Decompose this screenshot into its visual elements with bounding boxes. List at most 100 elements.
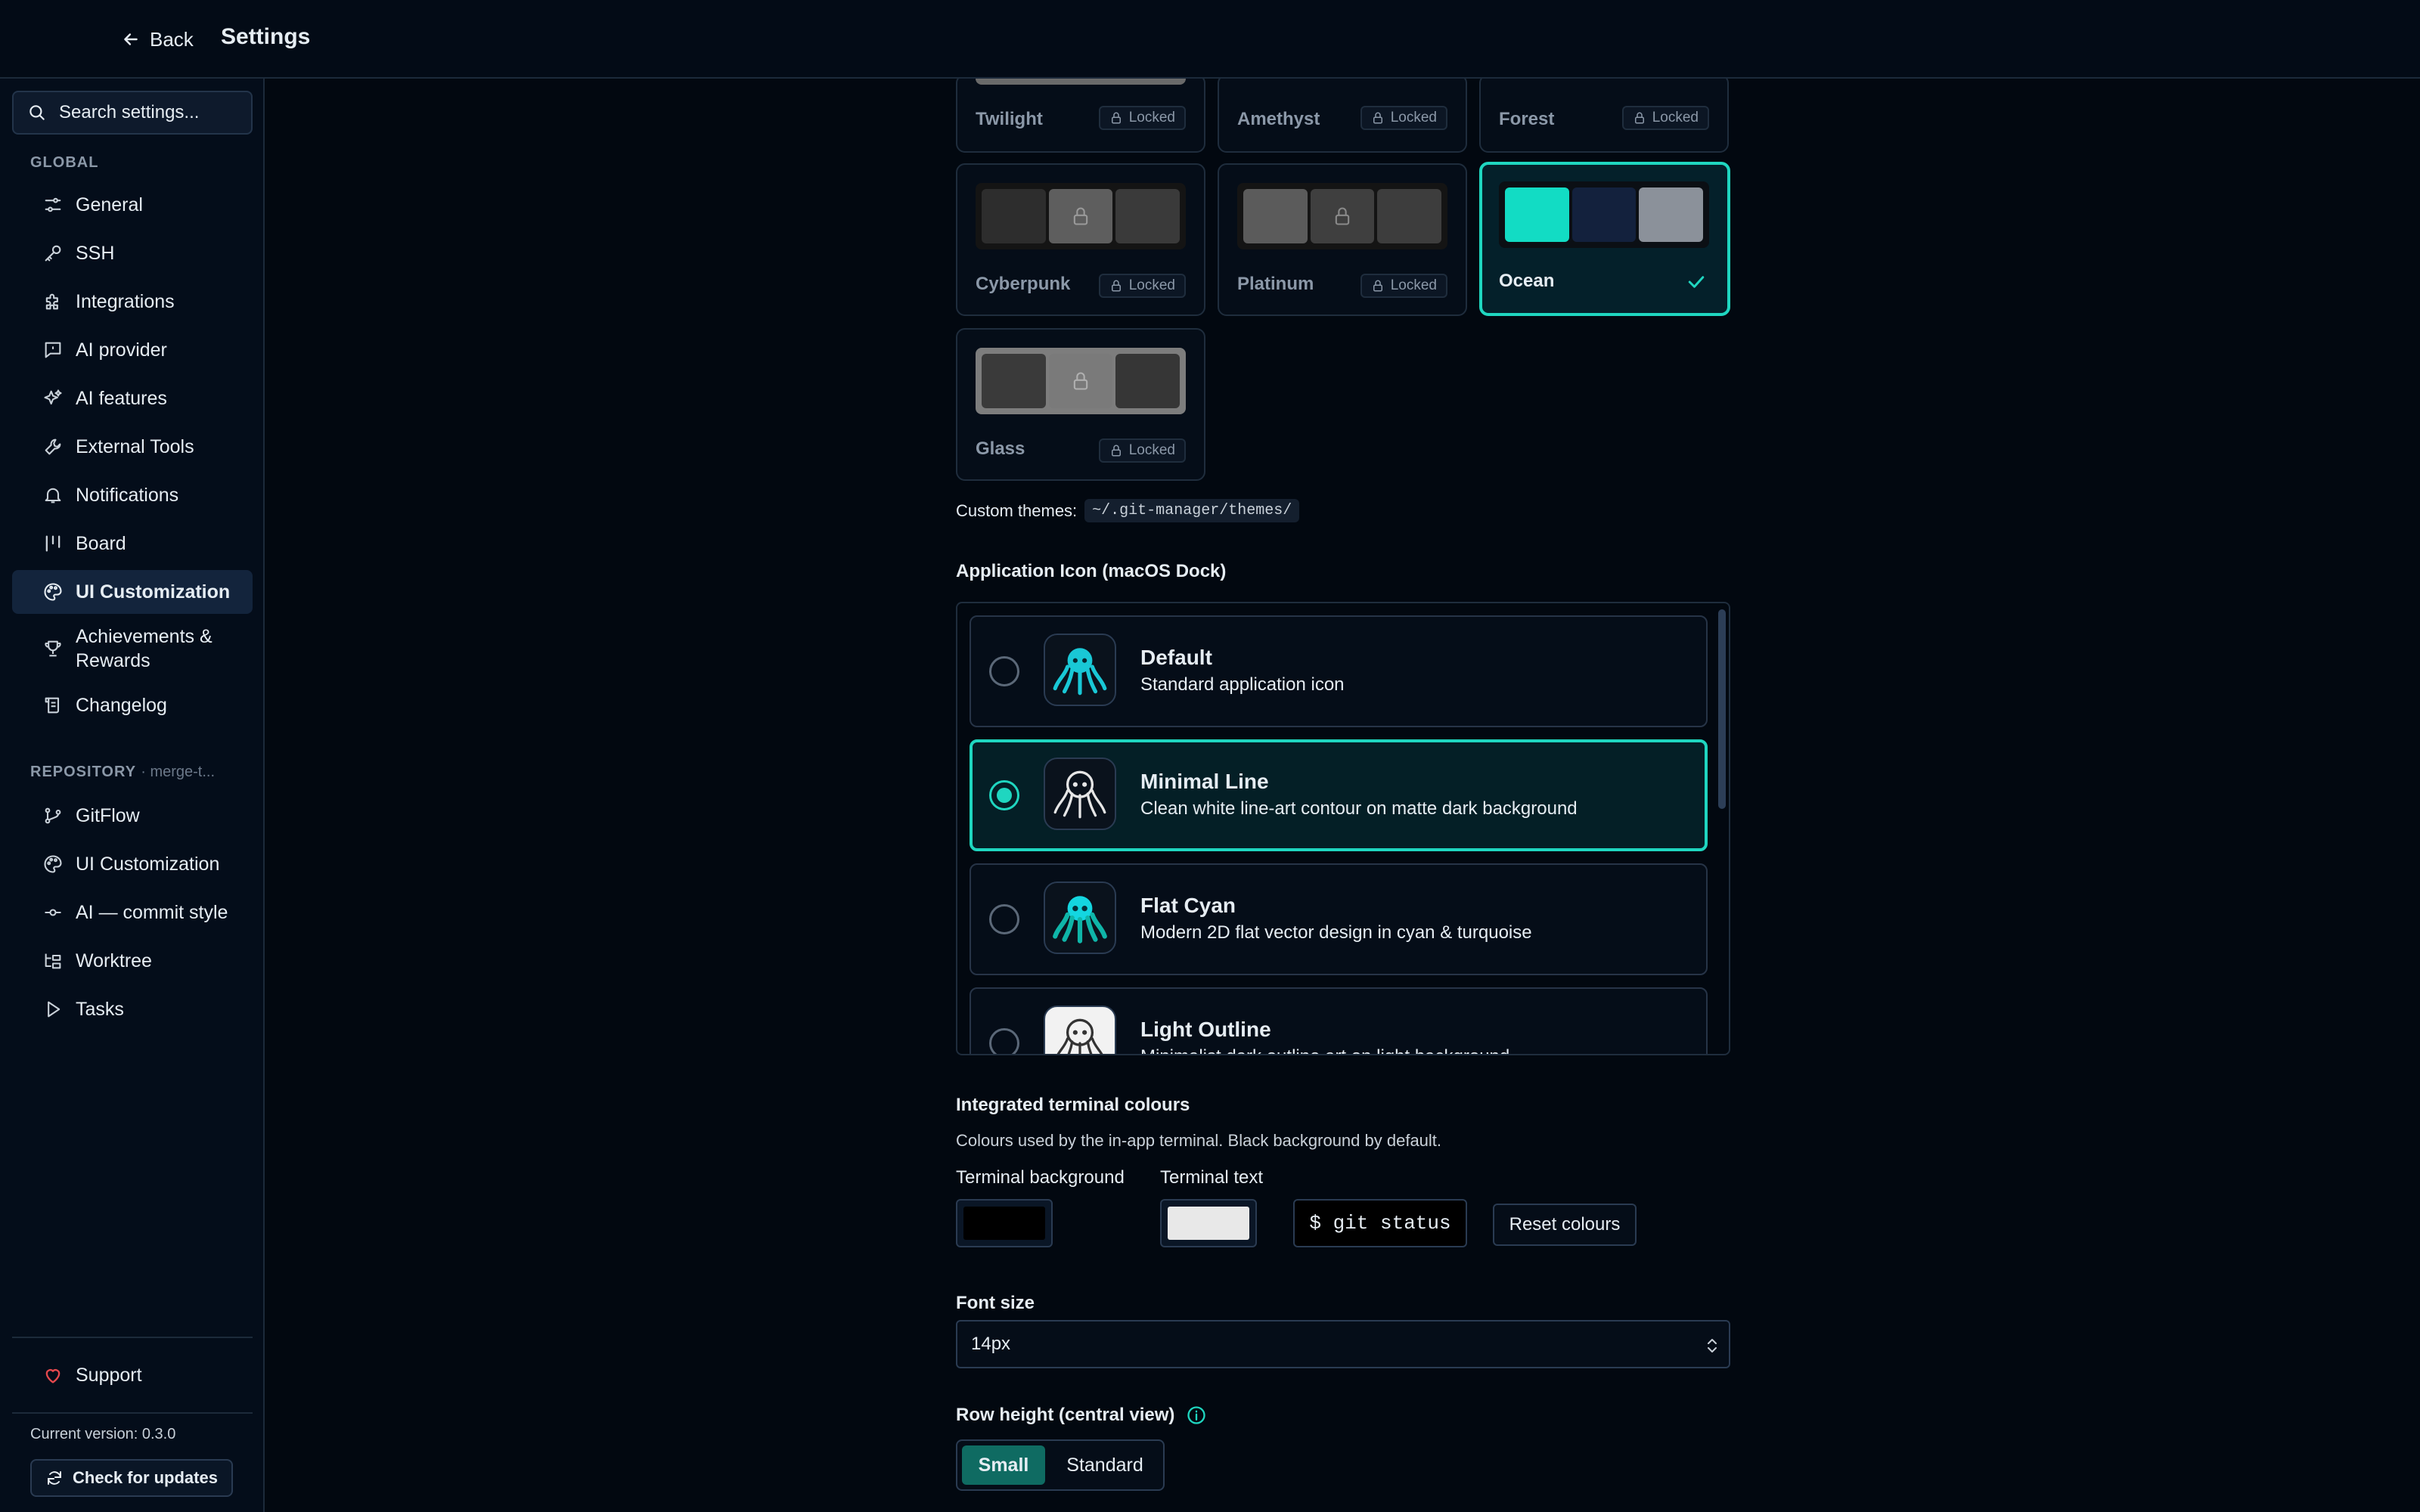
back-label: Back — [150, 27, 194, 51]
row-height-small[interactable]: Small — [962, 1445, 1045, 1485]
swatch — [1505, 187, 1569, 242]
locked-badge: Locked — [1360, 274, 1447, 298]
theme-card-amethyst[interactable]: Amethyst Locked — [1218, 79, 1467, 153]
radio-button-selected[interactable] — [989, 780, 1019, 810]
terminal-preview: $ git status — [1293, 1199, 1467, 1247]
radio-button[interactable] — [989, 904, 1019, 934]
search-input[interactable] — [57, 101, 239, 124]
support-label: Support — [76, 1364, 142, 1386]
lock-icon — [1373, 280, 1382, 292]
icon-option-desc: Modern 2D flat vector design in cyan & t… — [1140, 922, 1532, 943]
terminal-text-color-picker[interactable] — [1160, 1199, 1257, 1247]
sidebar-item-label: Board — [76, 532, 126, 554]
sidebar-item-repo-ui-customization[interactable]: UI Customization — [12, 842, 253, 886]
main-content: Twilight Locked Amethyst Locked Forest L… — [266, 79, 2420, 1512]
sidebar-item-ui-customization[interactable]: UI Customization — [12, 570, 253, 614]
sidebar-item-ai-provider[interactable]: AI provider — [12, 328, 253, 372]
sidebar-item-worktree[interactable]: Worktree — [12, 939, 253, 983]
swatch — [1243, 189, 1308, 243]
sidebar-item-gitflow[interactable]: GitFlow — [12, 794, 253, 838]
font-size-select[interactable]: 14px — [956, 1320, 1730, 1368]
row-height-standard[interactable]: Standard — [1050, 1445, 1160, 1485]
sidebar-item-label: UI Customization — [76, 853, 220, 875]
swatch — [1115, 354, 1181, 408]
repository-name: · merge-t... — [141, 764, 216, 780]
back-button[interactable]: Back — [121, 23, 194, 56]
swatch — [1639, 187, 1704, 242]
search-box[interactable] — [12, 91, 253, 135]
theme-name: Amethyst — [1237, 109, 1320, 129]
check-updates-button[interactable]: Check for updates — [30, 1459, 233, 1497]
lock-icon — [1634, 112, 1644, 124]
icon-option-title: Flat Cyan — [1140, 894, 1236, 917]
theme-card-forest[interactable]: Forest Locked — [1479, 79, 1729, 153]
sliders-icon — [45, 197, 61, 212]
lock-icon — [1373, 112, 1382, 124]
font-size-value: 14px — [971, 1334, 1011, 1354]
arrow-left-icon — [124, 33, 138, 45]
swatch — [1377, 189, 1442, 243]
sidebar-item-external-tools[interactable]: External Tools — [12, 425, 253, 469]
sidebar-item-ai-commit-style[interactable]: AI — commit style — [12, 891, 253, 934]
sidebar-item-integrations[interactable]: Integrations — [12, 280, 253, 324]
global-section-label: GLOBAL — [30, 154, 99, 171]
font-size-label: Font size — [956, 1293, 1035, 1313]
sidebar-item-ai-features[interactable]: AI features — [12, 376, 253, 420]
support-link[interactable]: Support — [12, 1353, 253, 1397]
radio-button[interactable] — [989, 656, 1019, 686]
icon-option-desc: Standard application icon — [1140, 674, 1345, 695]
version-text: Current version: 0.3.0 — [30, 1426, 176, 1442]
theme-card-twilight[interactable]: Twilight Locked — [956, 79, 1205, 153]
sidebar-item-board[interactable]: Board — [12, 522, 253, 565]
sidebar-item-label: AI provider — [76, 339, 167, 361]
chevron-updown-icon — [1708, 1339, 1717, 1352]
git-branch-icon — [45, 807, 61, 824]
theme-preview — [976, 183, 1186, 249]
row-height-toggle: Small Standard — [956, 1439, 1165, 1491]
theme-card-glass[interactable]: Glass Locked — [956, 328, 1205, 481]
sidebar-item-notifications[interactable]: Notifications — [12, 473, 253, 517]
radio-button[interactable] — [989, 1028, 1019, 1054]
icon-option-light-outline[interactable]: Light Outline Minimalist dark outline ar… — [970, 987, 1708, 1054]
color-fill — [1168, 1207, 1249, 1240]
sidebar-item-changelog[interactable]: Changelog — [12, 683, 253, 727]
icon-option-minimal-line[interactable]: Minimal Line Clean white line-art contou… — [970, 739, 1708, 851]
locked-label: Locked — [1390, 110, 1437, 125]
theme-name: Ocean — [1499, 271, 1555, 291]
reset-colours-button[interactable]: Reset colours — [1493, 1204, 1637, 1246]
info-icon[interactable] — [1186, 1405, 1207, 1426]
locked-label: Locked — [1652, 110, 1699, 125]
sidebar-item-general[interactable]: General — [12, 183, 253, 227]
custom-themes-line: Custom themes: ~/.git-manager/themes/ — [956, 499, 1300, 522]
sidebar-item-ssh[interactable]: SSH — [12, 231, 253, 275]
app-icon-list[interactable]: Default Standard application icon Minima… — [956, 602, 1730, 1055]
sidebar-divider — [12, 1337, 253, 1338]
sparkles-icon — [44, 389, 62, 405]
locked-badge: Locked — [1098, 274, 1186, 298]
theme-card-cyberpunk[interactable]: Cyberpunk Locked — [956, 163, 1205, 316]
locked-label: Locked — [1390, 277, 1437, 293]
sidebar-item-achievements[interactable]: Achievements & Rewards — [12, 618, 253, 679]
bell-icon — [45, 488, 61, 503]
terminal-title: Integrated terminal colours — [956, 1095, 1190, 1115]
theme-preview — [1237, 183, 1447, 249]
icon-option-default[interactable]: Default Standard application icon — [970, 615, 1708, 727]
page-title: Settings — [221, 24, 311, 49]
swatch — [1310, 189, 1375, 243]
icon-option-flat-cyan[interactable]: Flat Cyan Modern 2D flat vector design i… — [970, 863, 1708, 975]
heart-icon — [45, 1369, 60, 1383]
locked-badge: Locked — [1360, 106, 1447, 130]
sidebar-item-label: Changelog — [76, 694, 167, 716]
terminal-bg-color-picker[interactable] — [956, 1199, 1053, 1247]
puzzle-icon — [45, 293, 58, 310]
theme-name: Glass — [976, 438, 1025, 459]
scroll-icon — [45, 697, 60, 714]
theme-card-ocean[interactable]: Ocean — [1479, 162, 1730, 316]
check-updates-label: Check for updates — [73, 1468, 218, 1487]
sidebar-item-label: AI — commit style — [76, 901, 228, 923]
scrollbar-thumb[interactable] — [1718, 609, 1726, 809]
sidebar-item-label: Integrations — [76, 290, 175, 312]
theme-card-platinum[interactable]: Platinum Locked — [1218, 163, 1467, 316]
lock-icon — [1073, 372, 1088, 390]
sidebar-item-tasks[interactable]: Tasks — [12, 987, 253, 1031]
